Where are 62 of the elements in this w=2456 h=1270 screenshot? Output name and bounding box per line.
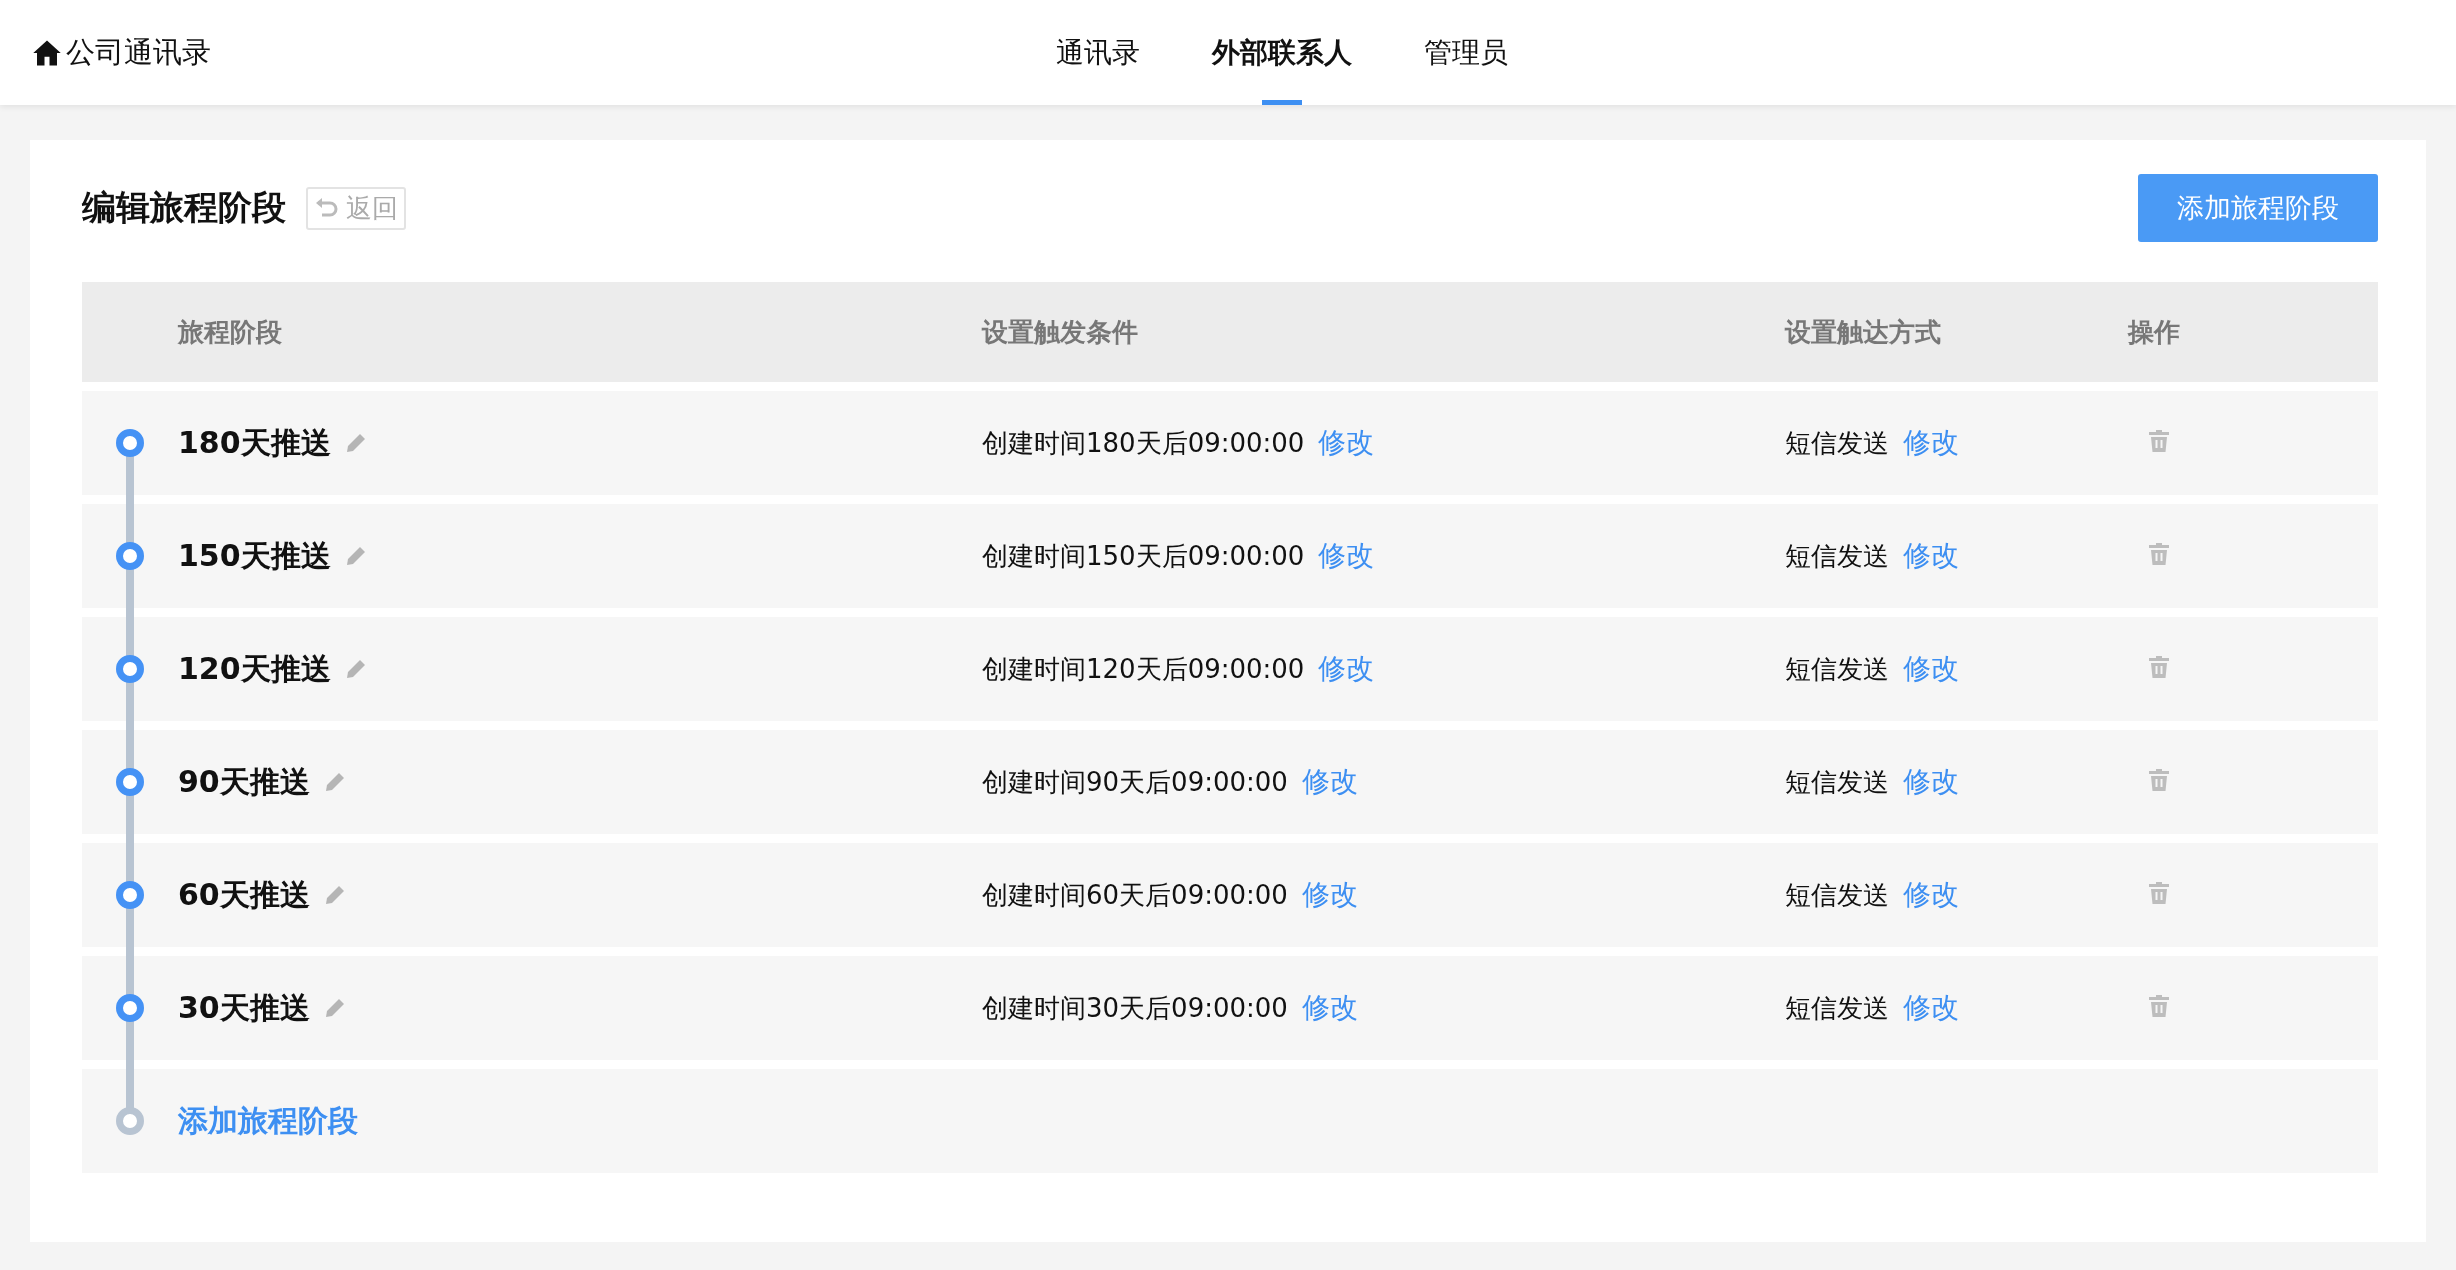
stage-name: 150天推送 [178, 536, 331, 575]
add-stage-button[interactable]: 添加旅程阶段 [2138, 174, 2378, 242]
trigger-text: 创建时间120天后09:00:00 [982, 652, 1305, 686]
column-header: 旅程阶段 [178, 315, 283, 349]
edit-link[interactable]: 修改 [1301, 876, 1358, 914]
nav-tab[interactable]: 外部联系人 [1206, 0, 1358, 105]
nav-tab[interactable]: 通讯录 [1050, 0, 1146, 105]
method-text: 短信发送 [1785, 539, 1889, 573]
pencil-icon[interactable] [323, 997, 346, 1019]
stage-name: 120天推送 [178, 649, 331, 688]
timeline-dot [116, 655, 144, 683]
trigger-text: 创建时间60天后09:00:00 [982, 878, 1288, 912]
stage-name: 60天推送 [178, 875, 310, 914]
method-text: 短信发送 [1785, 426, 1889, 460]
edit-link[interactable]: 修改 [1903, 424, 1959, 462]
stage-name: 30天推送 [178, 988, 310, 1027]
trigger-text: 创建时间150天后09:00:00 [982, 539, 1305, 573]
add-stage-link[interactable]: 添加旅程阶段 [178, 1100, 358, 1142]
pencil-icon[interactable] [344, 432, 367, 454]
trigger-text: 创建时间30天后09:00:00 [982, 991, 1288, 1025]
trash-icon[interactable] [2148, 429, 2170, 453]
timeline-dot [116, 429, 144, 457]
edit-link[interactable]: 修改 [1318, 424, 1375, 462]
app-title: 公司通讯录 [66, 33, 211, 71]
trash-icon[interactable] [2148, 881, 2170, 905]
column-header: 设置触达方式 [1785, 315, 1942, 349]
undo-arrow-icon [314, 197, 340, 219]
method-text: 短信发送 [1785, 652, 1889, 686]
edit-link[interactable]: 修改 [1903, 763, 1959, 801]
column-header: 操作 [2128, 315, 2181, 349]
edit-link[interactable]: 修改 [1903, 537, 1959, 575]
method-text: 短信发送 [1785, 878, 1889, 912]
trigger-text: 创建时间180天后09:00:00 [982, 426, 1305, 460]
pencil-icon[interactable] [344, 658, 367, 680]
edit-link[interactable]: 修改 [1318, 537, 1375, 575]
nav-tab[interactable]: 管理员 [1418, 0, 1514, 105]
timeline-dot [116, 881, 144, 909]
trash-icon[interactable] [2148, 655, 2170, 679]
edit-link[interactable]: 修改 [1301, 989, 1358, 1027]
trash-icon[interactable] [2148, 542, 2170, 566]
edit-link[interactable]: 修改 [1903, 650, 1959, 688]
pencil-icon[interactable] [323, 884, 346, 906]
timeline-dot [116, 994, 144, 1022]
edit-link[interactable]: 修改 [1903, 989, 1959, 1027]
edit-link[interactable]: 修改 [1301, 763, 1358, 801]
pencil-icon[interactable] [323, 771, 346, 793]
edit-link[interactable]: 修改 [1903, 876, 1959, 914]
column-header: 设置触发条件 [982, 315, 1139, 349]
timeline-dot [116, 542, 144, 570]
trash-icon[interactable] [2148, 768, 2170, 792]
trash-icon[interactable] [2148, 994, 2170, 1018]
timeline-dot [116, 768, 144, 796]
trigger-text: 创建时间90天后09:00:00 [982, 765, 1288, 799]
edit-link[interactable]: 修改 [1318, 650, 1375, 688]
stage-name: 180天推送 [178, 423, 331, 462]
timeline-dot [116, 1107, 144, 1135]
page-title: 编辑旅程阶段 [82, 186, 286, 229]
method-text: 短信发送 [1785, 991, 1889, 1025]
pencil-icon[interactable] [344, 545, 367, 567]
stage-name: 90天推送 [178, 762, 310, 801]
method-text: 短信发送 [1785, 765, 1889, 799]
back-button[interactable]: 返回 [306, 186, 406, 230]
